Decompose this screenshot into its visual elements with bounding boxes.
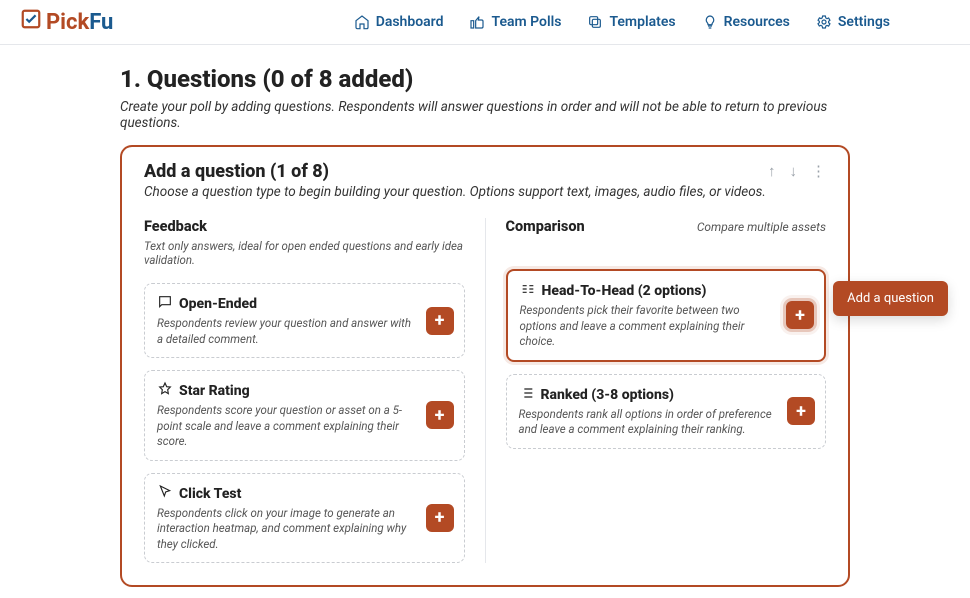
add-star-rating-button[interactable]: +: [426, 401, 454, 429]
card-ranked-title: Ranked (3-8 options): [541, 387, 674, 403]
card-ranked-desc: Respondents rank all options in order of…: [519, 407, 774, 438]
home-icon: [354, 14, 370, 30]
top-header: PickFu Dashboard Team Polls Templates Re…: [0, 0, 970, 45]
add-head-to-head-button[interactable]: +: [786, 301, 814, 329]
comparison-title: Comparison: [506, 218, 585, 235]
lightbulb-icon: [702, 14, 718, 30]
feedback-desc: Text only answers, ideal for open ended …: [144, 239, 465, 267]
compare-icon: [520, 281, 536, 301]
card-head-to-head-desc: Respondents pick their favorite between …: [520, 303, 773, 350]
main-nav: Dashboard Team Polls Templates Resources…: [354, 14, 890, 30]
nav-templates[interactable]: Templates: [587, 14, 675, 30]
cursor-icon: [157, 484, 173, 504]
list-icon: [519, 385, 535, 405]
card-click-test-title: Click Test: [179, 486, 241, 502]
logo-mark-icon: [20, 8, 42, 36]
nav-team-polls[interactable]: Team Polls: [469, 14, 561, 30]
feedback-title: Feedback: [144, 218, 207, 235]
feedback-column: Feedback Text only answers, ideal for op…: [144, 218, 486, 563]
move-down-icon[interactable]: ↓: [790, 164, 798, 179]
add-click-test-button[interactable]: +: [426, 504, 454, 532]
card-star-rating-title: Star Rating: [179, 383, 250, 399]
more-icon[interactable]: ⋮: [811, 164, 826, 179]
comparison-hint: Compare multiple assets: [697, 220, 826, 234]
logo-text-pick: Pick: [46, 10, 89, 35]
add-question-panel: Add a question (1 of 8) ↑ ↓ ⋮ Choose a q…: [120, 145, 850, 587]
add-question-tooltip: Add a question: [833, 281, 948, 316]
thumbs-up-icon: [469, 14, 485, 30]
card-click-test[interactable]: Click Test Respondents click on your ima…: [144, 473, 465, 564]
nav-resources-label: Resources: [724, 14, 790, 30]
comment-icon: [157, 294, 173, 314]
nav-dashboard[interactable]: Dashboard: [354, 14, 444, 30]
move-up-icon[interactable]: ↑: [768, 164, 776, 179]
card-open-ended[interactable]: Open-Ended Respondents review your quest…: [144, 283, 465, 358]
nav-settings[interactable]: Settings: [816, 14, 890, 30]
card-open-ended-title: Open-Ended: [179, 296, 257, 312]
nav-team-polls-label: Team Polls: [491, 14, 561, 30]
main-content: 1. Questions (0 of 8 added) Create your …: [0, 45, 970, 587]
card-open-ended-desc: Respondents review your question and ans…: [157, 316, 412, 347]
card-head-to-head-title: Head-To-Head (2 options): [542, 283, 707, 299]
gear-icon: [816, 14, 832, 30]
panel-subtitle: Choose a question type to begin building…: [144, 184, 826, 200]
page-title: 1. Questions (0 of 8 added): [120, 65, 850, 93]
card-head-to-head[interactable]: Head-To-Head (2 options) Respondents pic…: [506, 269, 827, 362]
card-ranked[interactable]: Ranked (3-8 options) Respondents rank al…: [506, 374, 827, 449]
nav-dashboard-label: Dashboard: [376, 14, 444, 30]
star-icon: [157, 381, 173, 401]
panel-actions: ↑ ↓ ⋮: [768, 164, 826, 179]
logo[interactable]: PickFu: [20, 8, 113, 36]
page-subtitle: Create your poll by adding questions. Re…: [120, 99, 850, 131]
comparison-column: Comparison Compare multiple assets Head-…: [486, 218, 827, 563]
nav-templates-label: Templates: [609, 14, 675, 30]
logo-text-fu: Fu: [89, 10, 113, 35]
add-ranked-button[interactable]: +: [787, 397, 815, 425]
add-open-ended-button[interactable]: +: [426, 307, 454, 335]
copy-icon: [587, 14, 603, 30]
card-star-rating[interactable]: Star Rating Respondents score your quest…: [144, 370, 465, 461]
nav-resources[interactable]: Resources: [702, 14, 790, 30]
panel-title: Add a question (1 of 8): [144, 161, 329, 182]
card-star-rating-desc: Respondents score your question or asset…: [157, 403, 412, 450]
nav-settings-label: Settings: [838, 14, 890, 30]
card-click-test-desc: Respondents click on your image to gener…: [157, 506, 412, 553]
